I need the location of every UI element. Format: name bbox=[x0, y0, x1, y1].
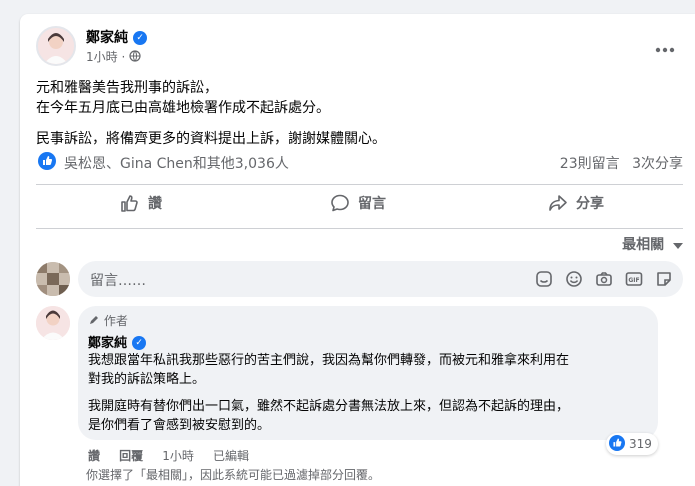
post-timestamp[interactable]: 1小時 bbox=[86, 50, 118, 64]
author-avatar[interactable] bbox=[36, 26, 76, 66]
post-line: 在今年五月底已由高雄地檢署作成不起訴處分。 bbox=[36, 100, 330, 116]
share-label: 分享 bbox=[576, 196, 604, 212]
pencil-icon bbox=[88, 314, 100, 329]
current-user-avatar[interactable] bbox=[36, 262, 70, 296]
comment-line: 對我的訴訟策略上。 bbox=[88, 372, 206, 387]
comment-bubble-icon bbox=[330, 193, 350, 213]
share-arrow-icon bbox=[548, 193, 568, 213]
like-button[interactable]: 讚 bbox=[120, 193, 162, 213]
emoji-icon[interactable] bbox=[535, 270, 553, 292]
comment-bubble: 作者 鄭家純 ✓ 我想跟當年私訊我那些惡行的苦主們說，我因為幫你們轉發，而被元和… bbox=[78, 306, 658, 440]
sort-label: 最相關 bbox=[622, 237, 665, 253]
post-line: 元和雅醫美告我刑事的訴訟， bbox=[36, 80, 218, 96]
comment-like-link[interactable]: 讚 bbox=[88, 449, 100, 463]
reaction-count: 319 bbox=[629, 437, 652, 451]
like-reaction-icon bbox=[38, 152, 56, 170]
post-card: 鄭家純 ✓ 1小時 · 元和雅醫美告我刑事的訴訟， 在今年五月底已由高雄地檢署作… bbox=[20, 14, 695, 486]
share-button[interactable]: 分享 bbox=[548, 193, 604, 213]
comment-input[interactable]: 留言…… GIF bbox=[78, 261, 683, 297]
comment-input-placeholder: 留言…… bbox=[90, 273, 146, 289]
edited-label: 已編輯 bbox=[212, 449, 249, 463]
svg-text:GIF: GIF bbox=[628, 277, 639, 284]
globe-icon bbox=[129, 50, 141, 65]
verified-badge-icon: ✓ bbox=[133, 30, 148, 45]
author-badge: 作者 bbox=[103, 314, 128, 328]
shares-count[interactable]: 3次分享 bbox=[632, 156, 683, 172]
comment-line: 我開庭時有替你們出一口氣，雖然不起訴處分書無法放上來，但認為不起訴的理由， bbox=[88, 399, 570, 414]
caret-down-icon bbox=[673, 237, 683, 253]
comment-body: 我想跟當年私訊我那些惡行的苦主們說，我因為幫你們轉發，而被元和雅拿來利用在 對我… bbox=[88, 351, 569, 435]
more-options-icon[interactable] bbox=[655, 38, 675, 53]
divider bbox=[36, 184, 683, 185]
camera-icon[interactable] bbox=[595, 270, 613, 292]
post-body: 元和雅醫美告我刑事的訴訟， 在今年五月底已由高雄地檢署作成不起訴處分。 民事訴訟… bbox=[36, 78, 386, 149]
filter-note: 你選擇了「最相關」，因此系統可能已過濾掉部分回覆。 bbox=[86, 468, 381, 482]
like-reaction-icon bbox=[609, 434, 625, 454]
dot-separator: · bbox=[121, 50, 130, 64]
reactions-summary[interactable]: 吳松恩、Gina Chen和其他3,036人 bbox=[64, 153, 289, 173]
verified-badge-icon: ✓ bbox=[132, 335, 147, 350]
comment-line: 我想跟當年私訊我那些惡行的苦主們說，我因為幫你們轉發，而被元和雅拿來利用在 bbox=[88, 353, 570, 368]
gif-icon[interactable]: GIF bbox=[625, 270, 643, 292]
comment-reaction-pill[interactable]: 319 bbox=[606, 433, 658, 455]
comment-reply-link[interactable]: 回覆 bbox=[119, 449, 143, 463]
like-label: 讚 bbox=[148, 196, 162, 212]
sticker-icon[interactable] bbox=[655, 270, 673, 292]
comment-actions: 讚 回覆 1小時 已編輯 bbox=[88, 445, 249, 464]
commenter-avatar[interactable] bbox=[36, 306, 70, 340]
comment-button[interactable]: 留言 bbox=[330, 193, 386, 213]
thumbs-up-icon bbox=[120, 193, 140, 213]
comment-label: 留言 bbox=[358, 196, 386, 212]
comments-count[interactable]: 23則留言 bbox=[560, 156, 620, 172]
post-line: 民事訴訟，將備齊更多的資料提出上訴，謝謝媒體關心。 bbox=[36, 131, 386, 147]
divider bbox=[36, 228, 683, 229]
comment-author-name[interactable]: 鄭家純 bbox=[88, 336, 127, 351]
comment-timestamp[interactable]: 1小時 bbox=[162, 449, 194, 463]
comment-line: 是你們看了會感到被安慰到的。 bbox=[88, 418, 271, 433]
comment-sort-dropdown[interactable]: 最相關 bbox=[622, 234, 683, 254]
post-author-name[interactable]: 鄭家純 bbox=[86, 30, 128, 46]
sticker-face-icon[interactable] bbox=[565, 270, 583, 292]
